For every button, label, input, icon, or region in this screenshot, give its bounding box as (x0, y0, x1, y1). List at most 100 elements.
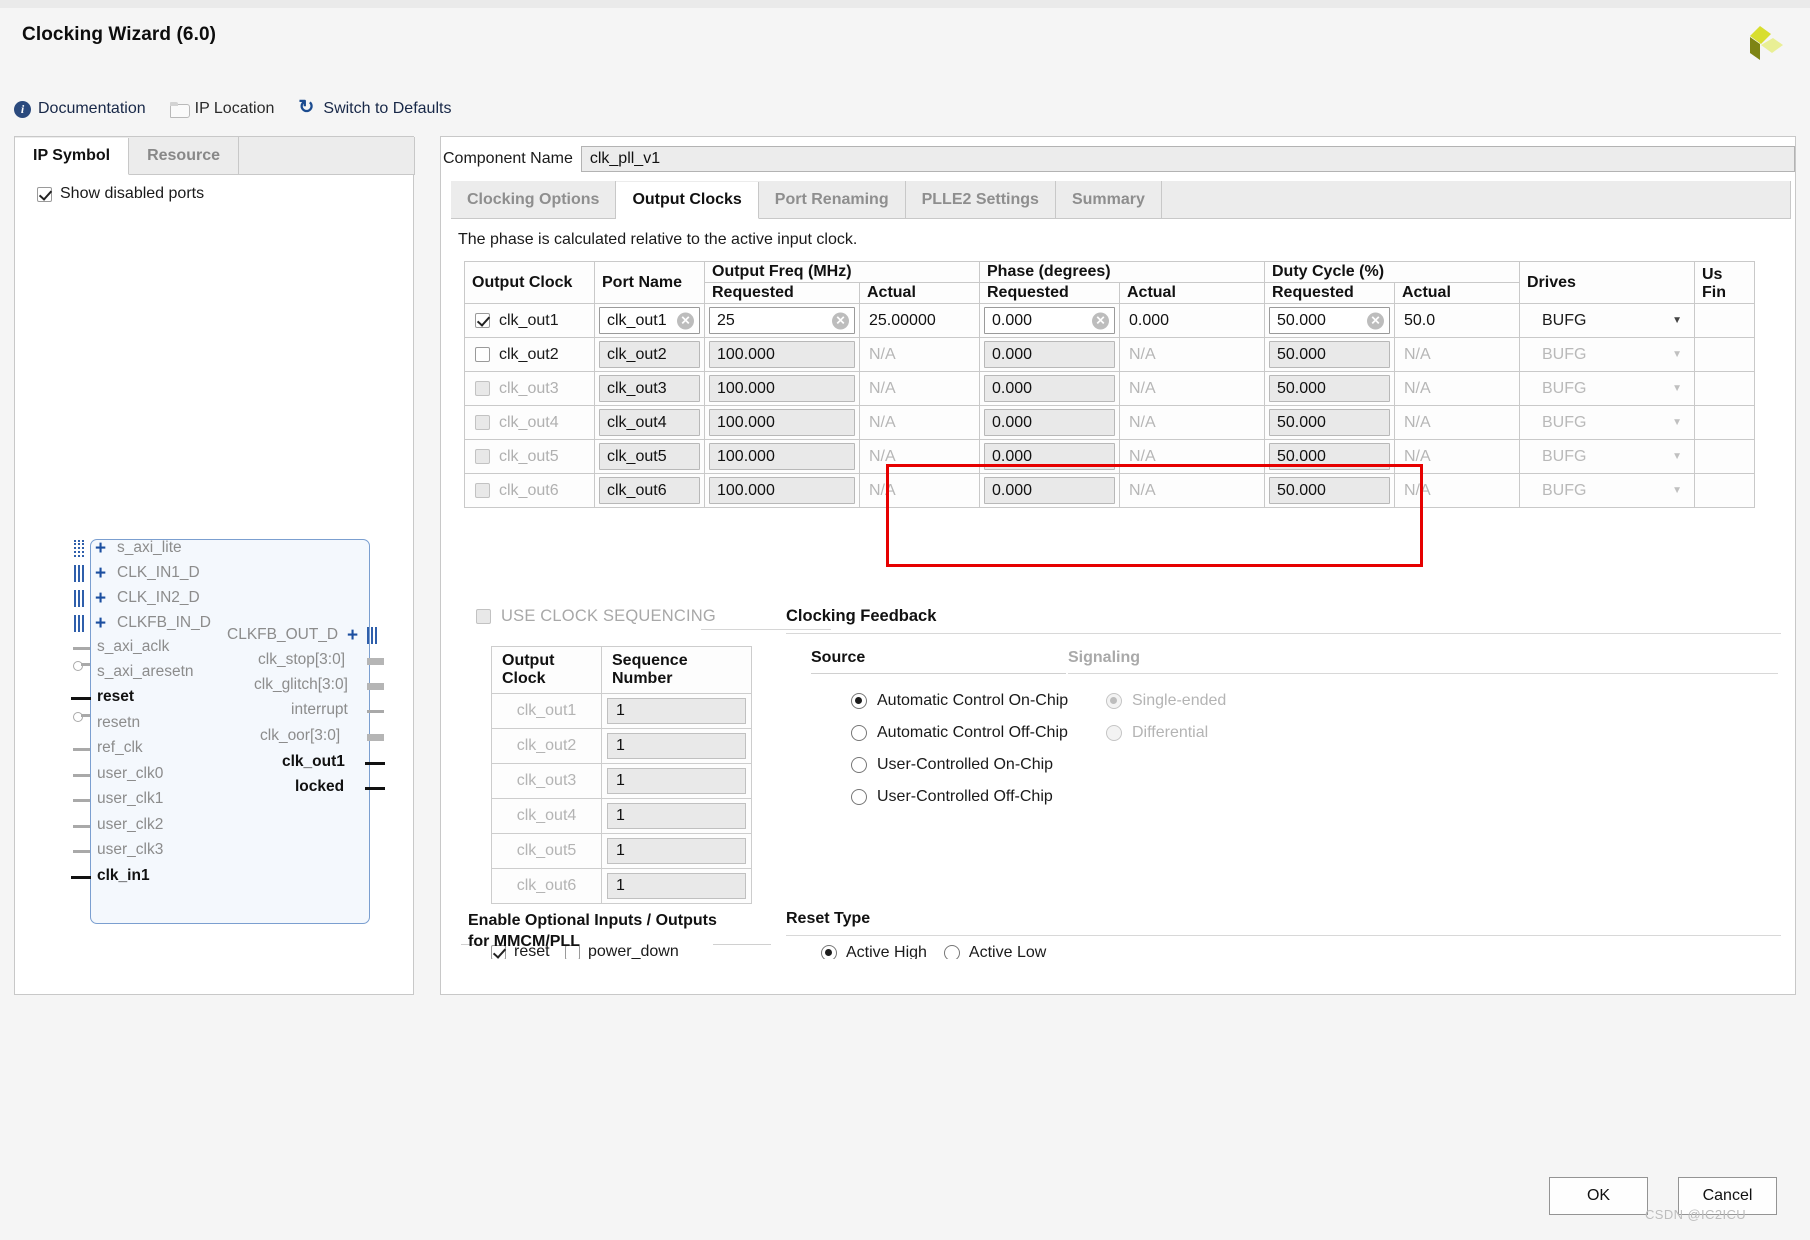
ip-location-button[interactable]: IP Location (169, 100, 274, 118)
phase-actual-value: N/A (1129, 413, 1156, 431)
reset-type-options: Active High Active Low (821, 944, 1046, 959)
phase-requested-input[interactable]: 0.000 (984, 341, 1115, 368)
cell-seq-number: 1 (601, 728, 752, 764)
port-name-input[interactable]: clk_out4 (599, 409, 700, 436)
clk-out1-enable-checkbox[interactable]: clk_out1 (465, 304, 594, 337)
duty-requested-input[interactable]: 50.000 ✕ (1269, 307, 1390, 334)
use-clock-sequencing-checkbox[interactable]: USE CLOCK SEQUENCING (476, 607, 716, 626)
cell-output-clock: clk_out5 (464, 439, 595, 474)
chevron-down-icon: ▼ (1672, 485, 1682, 496)
documentation-button[interactable]: i Documentation (14, 100, 146, 118)
show-disabled-ports-label: Show disabled ports (60, 185, 205, 202)
seq-number-input[interactable]: 1 (607, 803, 746, 829)
radio-automatic-control-on-chip[interactable]: Automatic Control On-Chip (851, 692, 1068, 710)
documentation-label: Documentation (38, 100, 146, 117)
seq-number-input[interactable]: 1 (607, 698, 746, 724)
drives-dropdown[interactable]: BUFG ▼ (1520, 440, 1694, 473)
active-high-label[interactable]: Active High (846, 944, 927, 959)
tab-port-renaming[interactable]: Port Renaming (759, 181, 906, 218)
freq-requested-input[interactable]: 100.000 (709, 477, 855, 504)
duty-requested-input[interactable]: 50.000 (1269, 375, 1390, 402)
cell-drives: BUFG ▼ (1519, 405, 1695, 440)
clear-icon[interactable]: ✕ (832, 312, 849, 329)
tab-plle2-settings[interactable]: PLLE2 Settings (906, 181, 1056, 218)
tab-summary[interactable]: Summary (1056, 181, 1162, 218)
duty-requested-input[interactable]: 50.000 (1269, 443, 1390, 470)
expand-plus-icon: + (95, 613, 107, 634)
radio-differential[interactable]: Differential (1106, 724, 1208, 742)
pin-icon (73, 748, 90, 751)
port-name-input[interactable]: clk_out3 (599, 375, 700, 402)
switch-to-defaults-button[interactable]: ↻ Switch to Defaults (298, 98, 451, 118)
phase-requested-input[interactable]: 0.000 (984, 443, 1115, 470)
clk-out4-enable-checkbox[interactable]: clk_out4 (465, 406, 594, 439)
clear-icon[interactable]: ✕ (1367, 312, 1384, 329)
duty-requested-input[interactable]: 50.000 (1269, 341, 1390, 368)
clk-out2-enable-checkbox[interactable]: clk_out2 (465, 338, 594, 371)
clear-icon[interactable]: ✕ (1092, 312, 1109, 329)
reset-type-title: Reset Type (786, 910, 871, 927)
output-clocks-table: Output Clock Port Name Output Freq (MHz)… (464, 261, 1755, 508)
freq-actual-value: N/A (869, 379, 896, 397)
drives-dropdown[interactable]: BUFG ▼ (1520, 474, 1694, 507)
drives-dropdown[interactable]: BUFG ▼ (1520, 372, 1694, 405)
th-duty-requested: Requested (1264, 282, 1395, 304)
port-name-input[interactable]: clk_out2 (599, 341, 700, 368)
seq-number-input[interactable]: 1 (607, 768, 746, 794)
table-header-row-1: Output Clock Port Name Output Freq (MHz)… (464, 261, 1755, 304)
cell-freq-requested: 100.000 (704, 371, 860, 406)
radio-user-controlled-off-chip[interactable]: User-Controlled Off-Chip (851, 788, 1053, 806)
tab-resource[interactable]: Resource (129, 137, 239, 174)
pin-icon (367, 683, 384, 690)
port-clkfb-in-d: CLKFB_IN_D (117, 614, 211, 631)
ok-button[interactable]: OK (1549, 1177, 1648, 1215)
drives-dropdown[interactable]: BUFG ▼ (1520, 338, 1694, 371)
component-name-input[interactable]: clk_pll_v1 (580, 146, 1795, 172)
show-disabled-ports-checkbox[interactable]: Show disabled ports (37, 185, 204, 203)
freq-requested-input[interactable]: 100.000 (709, 443, 855, 470)
radio-automatic-control-off-chip[interactable]: Automatic Control Off-Chip (851, 724, 1068, 742)
port-clk-in1-d: CLK_IN1_D (117, 564, 200, 581)
phase-requested-input[interactable]: 0.000 (984, 409, 1115, 436)
clear-icon[interactable]: ✕ (677, 312, 694, 329)
port-name-input[interactable]: clk_out5 (599, 443, 700, 470)
th-use-fine-ps: Us Fin (1694, 261, 1755, 304)
tab-clocking-options[interactable]: Clocking Options (451, 181, 617, 218)
freq-requested-input[interactable]: 100.000 (709, 409, 855, 436)
freq-requested-input[interactable]: 100.000 (709, 341, 855, 368)
drives-dropdown[interactable]: BUFG ▼ (1520, 406, 1694, 439)
port-reset: reset (97, 688, 135, 705)
pin-icon (73, 799, 90, 802)
chevron-down-icon: ▼ (1672, 349, 1682, 360)
active-low-label[interactable]: Active Low (969, 944, 1046, 959)
phase-requested-input[interactable]: 0.000 ✕ (984, 307, 1115, 334)
drives-dropdown[interactable]: BUFG ▼ (1520, 304, 1694, 337)
duty-actual-value: N/A (1404, 379, 1431, 397)
duty-requested-input[interactable]: 50.000 (1269, 409, 1390, 436)
radio-single-ended[interactable]: Single-ended (1106, 692, 1226, 710)
th-duty-cycle: Duty Cycle (%) (1264, 261, 1520, 283)
cell-seq-clock: clk_out6 (491, 868, 602, 904)
port-name-input[interactable]: clk_out1 ✕ (599, 307, 700, 334)
radio-user-controlled-on-chip[interactable]: User-Controlled On-Chip (851, 756, 1053, 774)
freq-requested-input[interactable]: 100.000 (709, 375, 855, 402)
clk-out3-enable-checkbox[interactable]: clk_out3 (465, 372, 594, 405)
cell-use-fine-ps (1694, 337, 1755, 372)
table-row: clk_out4 clk_out4 100.000 N/A 0.000 N/A … (464, 405, 1755, 440)
cell-seq-clock: clk_out5 (491, 833, 602, 869)
tab-output-clocks[interactable]: Output Clocks (616, 182, 759, 219)
phase-requested-input[interactable]: 0.000 (984, 477, 1115, 504)
port-s-axi-aresetn: s_axi_aresetn (97, 663, 194, 680)
port-name-input[interactable]: clk_out6 (599, 477, 700, 504)
clk-out5-enable-checkbox[interactable]: clk_out5 (465, 440, 594, 473)
duty-requested-input[interactable]: 50.000 (1269, 477, 1390, 504)
freq-requested-input[interactable]: 25 ✕ (709, 307, 855, 334)
seq-number-input[interactable]: 1 (607, 733, 746, 759)
tab-ip-symbol[interactable]: IP Symbol (15, 138, 130, 175)
phase-requested-input[interactable]: 0.000 (984, 375, 1115, 402)
seq-number-input[interactable]: 1 (607, 873, 746, 899)
clk-out6-enable-checkbox[interactable]: clk_out6 (465, 474, 594, 507)
seq-number-input[interactable]: 1 (607, 838, 746, 864)
phase-requested-value: 0.000 (992, 481, 1033, 499)
cell-phase-requested: 0.000 (979, 371, 1120, 406)
